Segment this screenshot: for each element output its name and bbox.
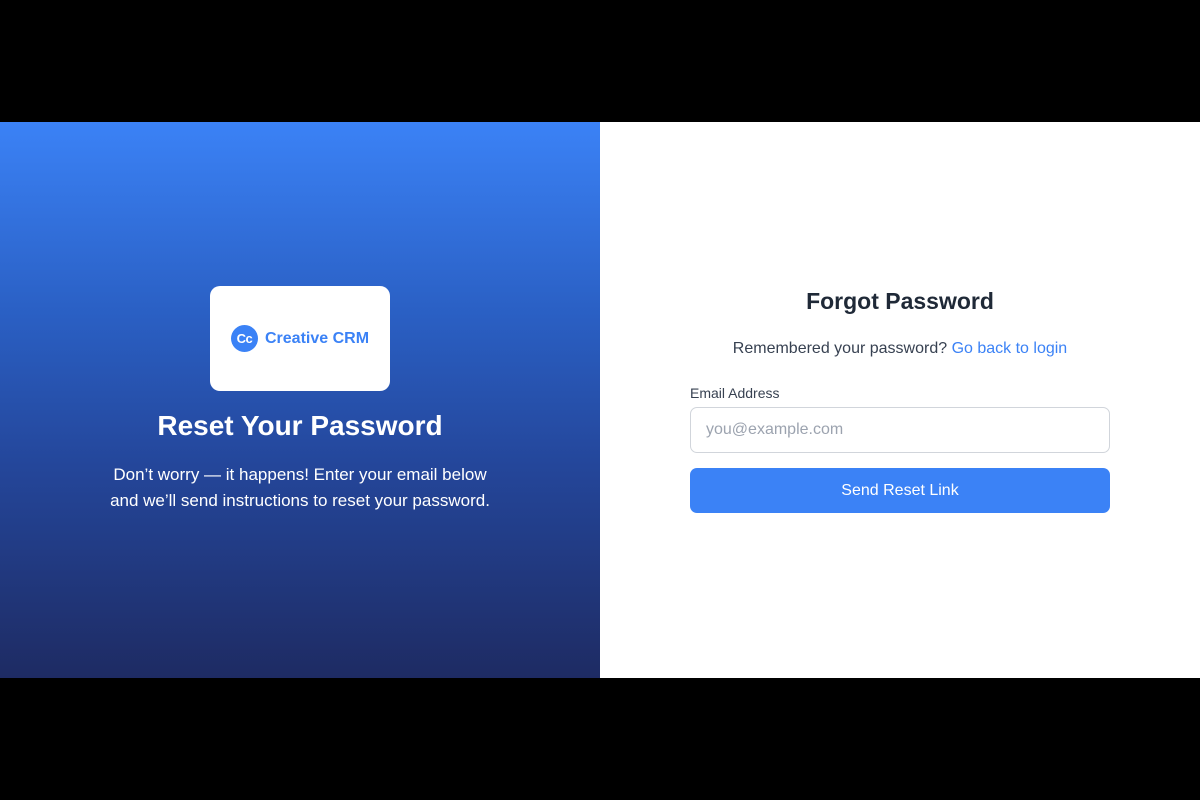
reset-password-screen: Cc Creative CRM Reset Your Password Don’…	[0, 122, 1200, 678]
email-label: Email Address	[690, 385, 780, 401]
back-to-login-link[interactable]: Go back to login	[952, 340, 1068, 357]
hero-title: Reset Your Password	[157, 410, 443, 441]
email-input[interactable]	[690, 407, 1110, 453]
brand-logo: Cc Creative CRM	[210, 286, 390, 391]
hero-description: Don’t worry — it happens! Enter your ema…	[0, 462, 600, 514]
hero-description-line-1: Don’t worry — it happens! Enter your ema…	[113, 465, 487, 484]
hero-panel: Cc Creative CRM Reset Your Password Don’…	[0, 122, 600, 678]
brand-logo-text: Creative CRM	[264, 329, 370, 347]
form-subtitle-text: Remembered your password?	[732, 340, 952, 357]
hero-description-line-2: and we’ll send instructions to reset you…	[110, 491, 490, 510]
brand-logo-mark: Cc	[230, 325, 258, 352]
form-title: Forgot Password	[806, 288, 994, 314]
form-subtitle: Remembered your password? Go back to log…	[600, 340, 1200, 358]
send-reset-link-button[interactable]: Send Reset Link	[690, 468, 1110, 513]
form-panel: Forgot Password Remembered your password…	[600, 122, 1200, 678]
